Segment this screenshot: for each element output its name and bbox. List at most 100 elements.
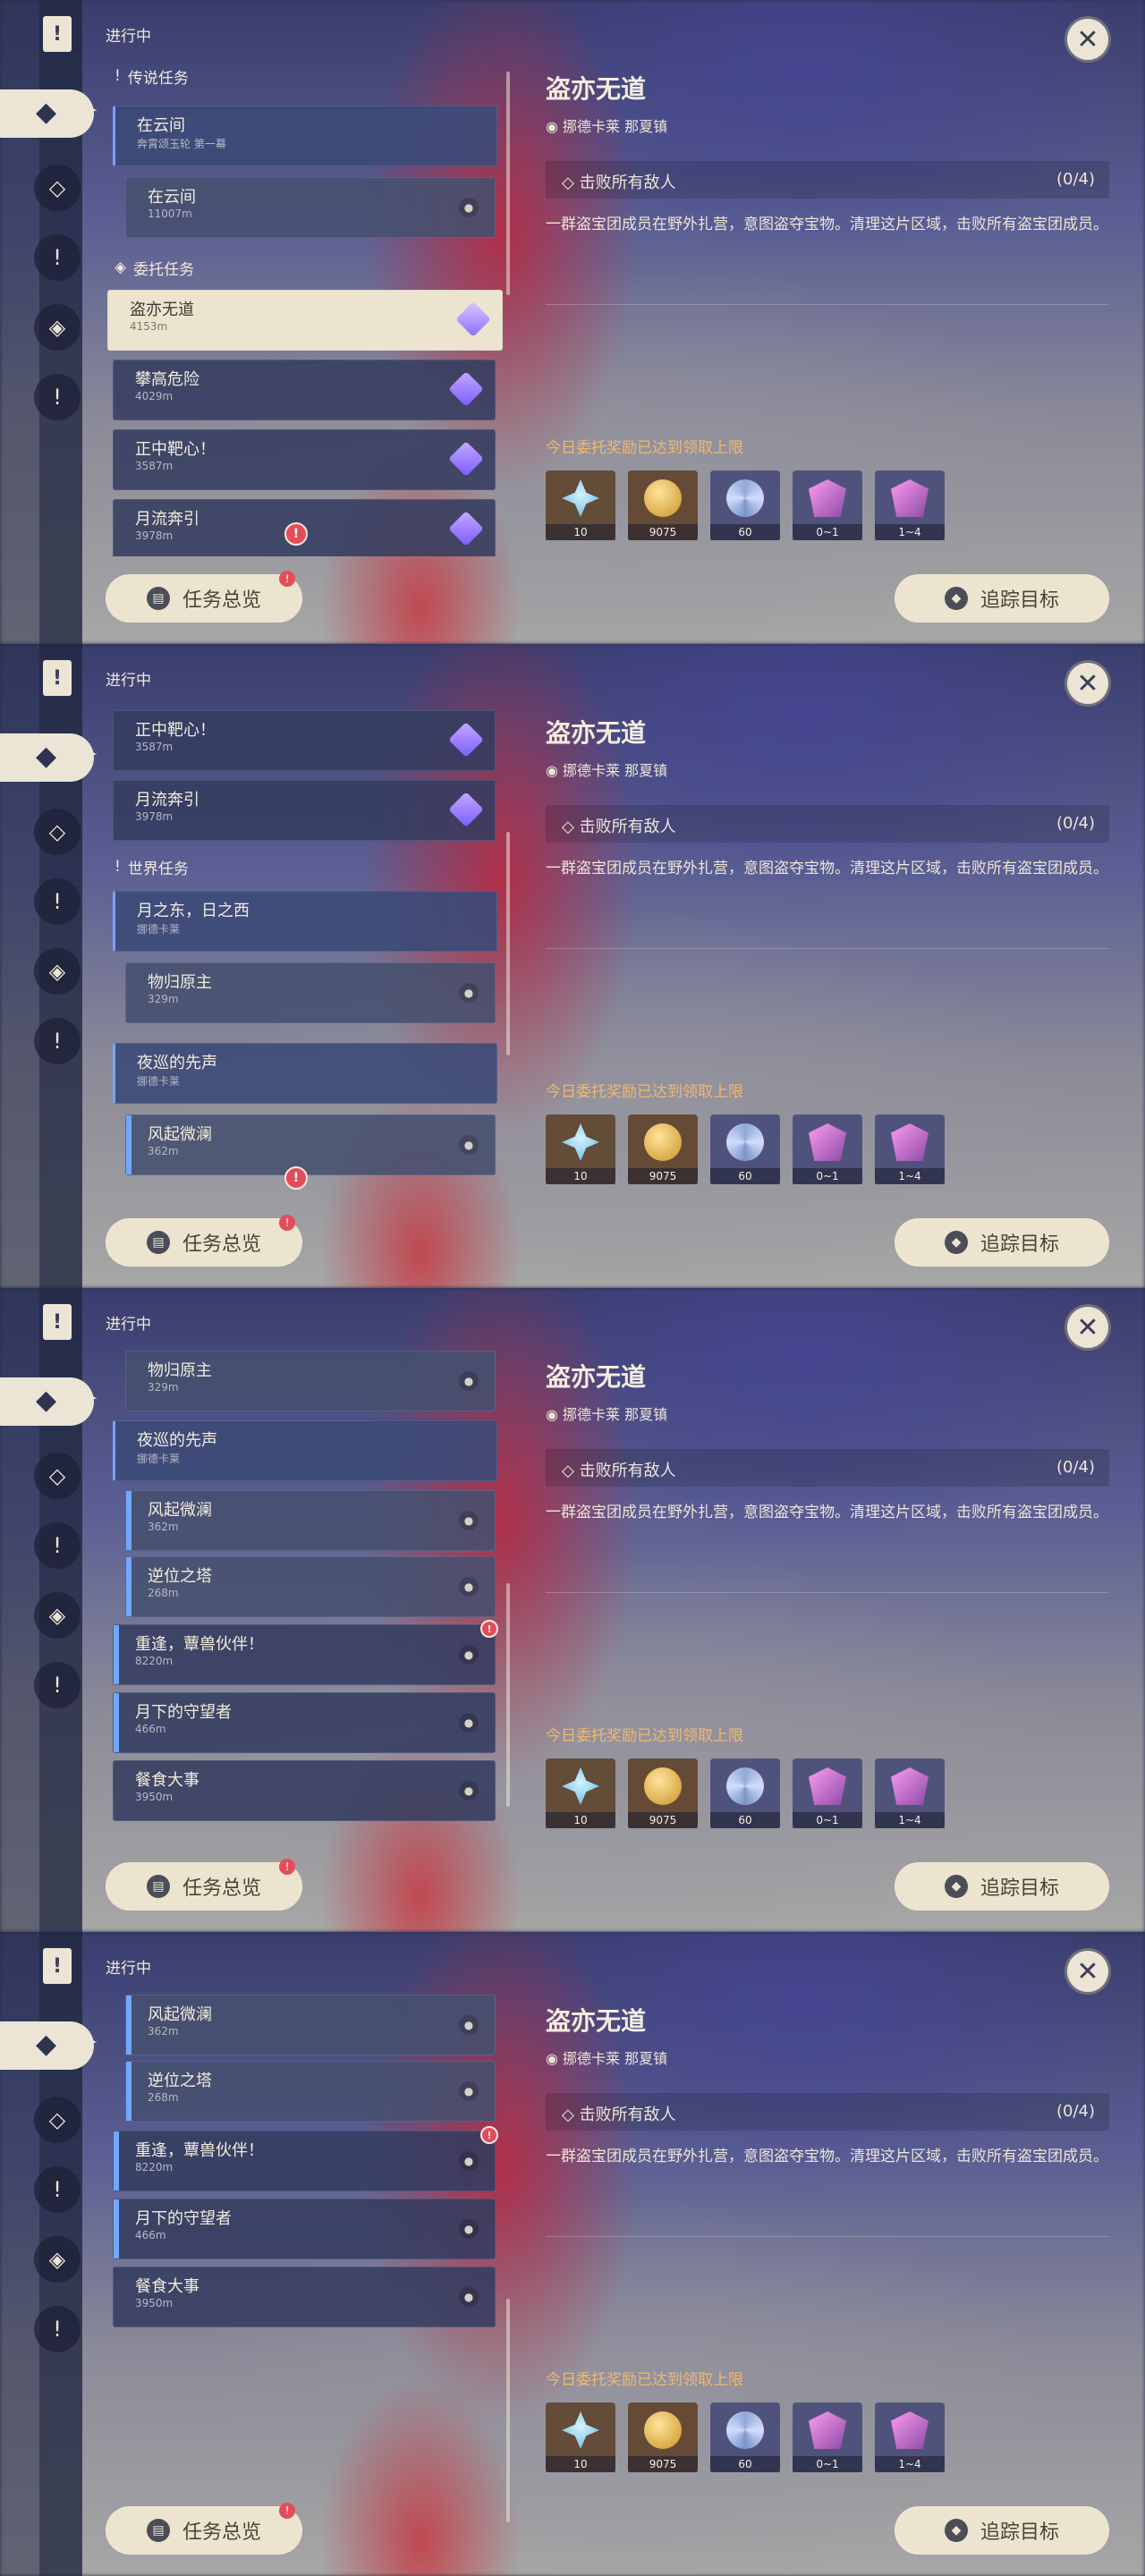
gem-icon [809, 1123, 846, 1161]
quest-book-icon[interactable]: ! [43, 1948, 72, 1984]
reward-item[interactable]: 1~4 [875, 470, 945, 540]
quest-list: 风起微澜 362m ● 逆位之塔 268m ● 重逢，蕈兽伙伴！ 8220m ●… [106, 1987, 508, 2488]
reward-item[interactable]: 60 [710, 2402, 780, 2472]
sidebar-item-world[interactable]: ! [34, 1018, 81, 1064]
close-button[interactable]: ✕ [1064, 660, 1111, 707]
primogem-icon [562, 1123, 599, 1161]
quest-card[interactable]: 重逢，蕈兽伙伴！ 8220m ● ! [113, 2126, 498, 2191]
exclamation-icon: ! [114, 67, 121, 85]
reward-item[interactable]: 0~1 [793, 1758, 862, 1828]
quest-parent-card[interactable]: 在云间 奔霄颂玉轮 第一幕 [113, 106, 497, 166]
quest-sub-card[interactable]: 物归原主 329m ● [125, 1351, 496, 1411]
reward-item[interactable]: 10 [546, 470, 615, 540]
track-button[interactable]: ◆ 追踪目标 [895, 574, 1109, 623]
reward-item[interactable]: 9075 [628, 1114, 698, 1184]
overview-button[interactable]: ▤ 任务总览 ! [106, 1215, 302, 1267]
track-button[interactable]: ◆ 追踪目标 [895, 2506, 1109, 2555]
quest-sub-card[interactable]: 风起微澜 362m ● [125, 1995, 496, 2055]
reward-count: 0~1 [793, 2456, 862, 2472]
sidebar-item-commission[interactable]: ◈ [34, 948, 81, 995]
reward-item[interactable]: 60 [710, 470, 780, 540]
scrollbar[interactable] [506, 832, 510, 1055]
sidebar-item-legend[interactable]: ! [34, 234, 81, 281]
sidebar-item-legend[interactable]: ! [34, 878, 81, 925]
scrollbar[interactable] [506, 2299, 510, 2522]
track-button[interactable]: ◆ 追踪目标 [895, 1218, 1109, 1267]
quest-parent-card[interactable]: 月之东，日之西 挪德卡莱 [113, 891, 497, 952]
sidebar-item-commission[interactable]: ◈ [34, 1592, 81, 1639]
sidebar-item-archon[interactable]: ◇ [34, 165, 81, 211]
sidebar-item-all[interactable]: ◆ ✦ [0, 733, 98, 782]
reward-item[interactable]: 9075 [628, 2402, 698, 2472]
quest-card[interactable]: 月下的守望者 466m ● [113, 1692, 496, 1753]
quest-sub-card[interactable]: 逆位之塔 268m ● [125, 1556, 496, 1617]
sidebar-item-commission[interactable]: ◈ [34, 304, 81, 351]
sidebar-item-world[interactable]: ! [34, 374, 81, 420]
reward-item[interactable]: 1~4 [875, 2402, 945, 2472]
active-stripe [114, 2199, 119, 2258]
track-button[interactable]: ◆ 追踪目标 [895, 1862, 1109, 1911]
reward-item[interactable]: 1~4 [875, 1114, 945, 1184]
quest-card[interactable]: 正中靶心！ 3587m [113, 710, 496, 771]
quest-sub-card[interactable]: 物归原主 329m ● [125, 962, 496, 1023]
detail-description: 一群盗宝团成员在野外扎营，意图盗夺宝物。清理这片区域，击败所有盗宝团成员。 [546, 216, 1108, 233]
reward-item[interactable]: 60 [710, 1114, 780, 1184]
overview-button[interactable]: ▤ 任务总览 ! [106, 1859, 302, 1911]
sidebar-item-all[interactable]: ◆ ✦ [0, 2021, 98, 2070]
sidebar-item-archon[interactable]: ◇ [34, 2097, 81, 2143]
all-quests-icon: ◆ [36, 741, 57, 772]
quest-sub-card[interactable]: 逆位之塔 268m ● [125, 2061, 496, 2122]
reward-item[interactable]: 60 [710, 1758, 780, 1828]
scrollbar[interactable] [506, 72, 510, 295]
quest-book-icon[interactable]: ! [43, 1304, 72, 1340]
quest-card[interactable]: 月流奔引 3978m [113, 780, 496, 841]
sidebar-item-all[interactable]: ◆ ✦ [0, 1377, 98, 1426]
reward-count: 0~1 [793, 1168, 862, 1184]
card-subtitle: 4153m [130, 320, 168, 333]
sidebar-item-world[interactable]: ! [34, 1662, 81, 1708]
card-title: 月流奔引 [135, 791, 199, 809]
quest-card[interactable]: 餐食大事 3950m ● [113, 1760, 496, 1821]
sidebar-item-commission[interactable]: ◈ [34, 2236, 81, 2283]
card-subtitle: 362m [148, 1521, 179, 1533]
quest-detail-panel: 盗亦无道 ◉ 挪德卡莱 那夏镇 ◇ 击败所有敌人 (0/4) 一群盗宝团成员在野… [546, 2002, 1109, 2472]
sidebar-item-archon[interactable]: ◇ [34, 1453, 81, 1499]
reward-item[interactable]: 0~1 [793, 1114, 862, 1184]
quest-parent-card[interactable]: 夜巡的先声 挪德卡莱 [113, 1043, 497, 1104]
quest-sub-card[interactable]: 在云间 11007m ● [125, 177, 496, 238]
reward-item[interactable]: 10 [546, 1114, 615, 1184]
card-title: 月下的守望者 [135, 1703, 232, 1722]
reward-item[interactable]: 0~1 [793, 470, 862, 540]
quest-card[interactable]: 正中靶心！ 3587m [113, 429, 496, 490]
overview-button[interactable]: ▤ 任务总览 ! [106, 2503, 302, 2555]
sidebar-item-legend[interactable]: ! [34, 2166, 81, 2213]
sidebar-item-world[interactable]: ! [34, 2306, 81, 2352]
close-button[interactable]: ✕ [1064, 1304, 1111, 1351]
reward-item[interactable]: 0~1 [793, 2402, 862, 2472]
reward-item[interactable]: 9075 [628, 1758, 698, 1828]
header-label: 进行中 [106, 28, 151, 46]
reward-item[interactable]: 10 [546, 1758, 615, 1828]
location-pin-icon: ◉ [546, 118, 564, 135]
overview-button[interactable]: ▤ 任务总览 ! [106, 571, 302, 623]
detail-location: ◉ 挪德卡莱 那夏镇 [546, 762, 668, 779]
quest-sub-card[interactable]: 风起微澜 362m ● [125, 1114, 496, 1175]
sidebar-item-legend[interactable]: ! [34, 1522, 81, 1569]
quest-book-icon[interactable]: ! [43, 16, 72, 52]
quest-book-icon[interactable]: ! [43, 660, 72, 696]
quest-card[interactable]: 月下的守望者 466m ● [113, 2199, 496, 2259]
scrollbar[interactable] [506, 1583, 510, 1807]
reward-item[interactable]: 9075 [628, 470, 698, 540]
quest-parent-card[interactable]: 夜巡的先声 挪德卡莱 [113, 1420, 497, 1481]
reward-item[interactable]: 10 [546, 2402, 615, 2472]
close-button[interactable]: ✕ [1064, 1948, 1111, 1995]
quest-sub-card[interactable]: 风起微澜 362m ● [125, 1490, 496, 1551]
quest-card-selected[interactable]: 盗亦无道 4153m [107, 290, 503, 351]
quest-card[interactable]: 攀高危险 4029m [113, 360, 496, 420]
sidebar-item-archon[interactable]: ◇ [34, 809, 81, 855]
sidebar-item-all[interactable]: ◆ ✦ [0, 89, 98, 138]
quest-card[interactable]: 重逢，蕈兽伙伴！ 8220m ● ! [113, 1620, 498, 1685]
close-button[interactable]: ✕ [1064, 16, 1111, 63]
quest-card[interactable]: 餐食大事 3950m ● [113, 2267, 496, 2327]
reward-item[interactable]: 1~4 [875, 1758, 945, 1828]
